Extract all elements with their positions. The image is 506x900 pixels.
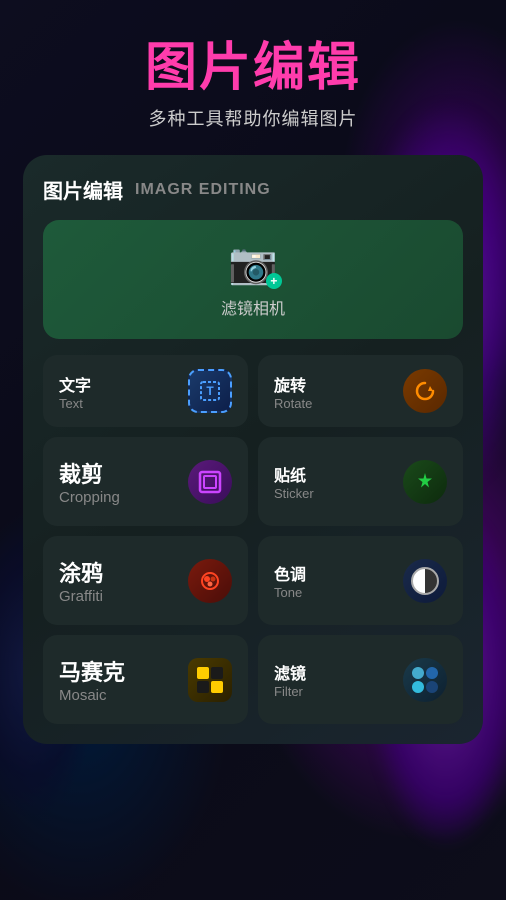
tone-icon xyxy=(403,559,447,603)
sticker-icon xyxy=(403,460,447,504)
tool-tone-zh: 色调 xyxy=(274,561,306,585)
card-title-zh: 图片编辑 xyxy=(43,175,123,204)
tool-crop[interactable]: 裁剪 Cropping xyxy=(43,437,248,526)
tool-rotate-zh: 旋转 xyxy=(274,372,306,396)
tool-sticker[interactable]: 贴纸 Sticker xyxy=(258,437,463,526)
page-content: 图片编辑 多种工具帮助你编辑图片 图片编辑 IMAGR EDITING 📷 + … xyxy=(0,0,506,900)
card-header: 图片编辑 IMAGR EDITING xyxy=(43,175,463,204)
tool-filter[interactable]: 滤镜 Filter xyxy=(258,635,463,724)
tool-text-zh: 文字 xyxy=(59,372,91,396)
camera-icon-wrap: 📷 + xyxy=(228,240,278,287)
mosaic-icon xyxy=(188,658,232,702)
card-title-en: IMAGR EDITING xyxy=(135,181,271,199)
tool-graffiti-en: Graffiti xyxy=(59,588,103,605)
tool-text-en: Text xyxy=(59,396,83,411)
camera-filter-button[interactable]: 📷 + 滤镜相机 xyxy=(43,220,463,339)
graffiti-icon xyxy=(188,559,232,603)
svg-text:T: T xyxy=(206,384,214,398)
tool-crop-zh: 裁剪 xyxy=(59,457,103,489)
tool-mosaic-zh: 马赛克 xyxy=(59,655,125,687)
tool-rotate[interactable]: 旋转 Rotate xyxy=(258,355,463,427)
tool-tone-en: Tone xyxy=(274,585,302,600)
rotate-icon xyxy=(403,369,447,413)
tool-tone[interactable]: 色调 Tone xyxy=(258,536,463,625)
tool-sticker-en: Sticker xyxy=(274,486,314,501)
tools-container: 文字 Text T 旋转 Rotate xyxy=(43,355,463,724)
tool-mosaic-en: Mosaic xyxy=(59,687,107,704)
tool-filter-zh: 滤镜 xyxy=(274,660,306,684)
camera-plus-icon: + xyxy=(266,273,282,289)
main-card: 图片编辑 IMAGR EDITING 📷 + 滤镜相机 文字 Text xyxy=(23,155,483,744)
text-icon: T xyxy=(188,369,232,413)
tool-filter-en: Filter xyxy=(274,684,303,699)
tool-sticker-zh: 贴纸 xyxy=(274,462,306,486)
tool-mosaic[interactable]: 马赛克 Mosaic xyxy=(43,635,248,724)
page-title: 图片编辑 xyxy=(145,40,361,97)
tool-graffiti[interactable]: 涂鸦 Graffiti xyxy=(43,536,248,625)
tool-crop-en: Cropping xyxy=(59,489,120,506)
page-subtitle: 多种工具帮助你编辑图片 xyxy=(149,105,358,131)
tool-text[interactable]: 文字 Text T xyxy=(43,355,248,427)
tool-rotate-en: Rotate xyxy=(274,396,312,411)
crop-icon xyxy=(188,460,232,504)
camera-label: 滤镜相机 xyxy=(221,295,285,319)
filter-icon xyxy=(403,658,447,702)
tool-graffiti-zh: 涂鸦 xyxy=(59,556,103,588)
